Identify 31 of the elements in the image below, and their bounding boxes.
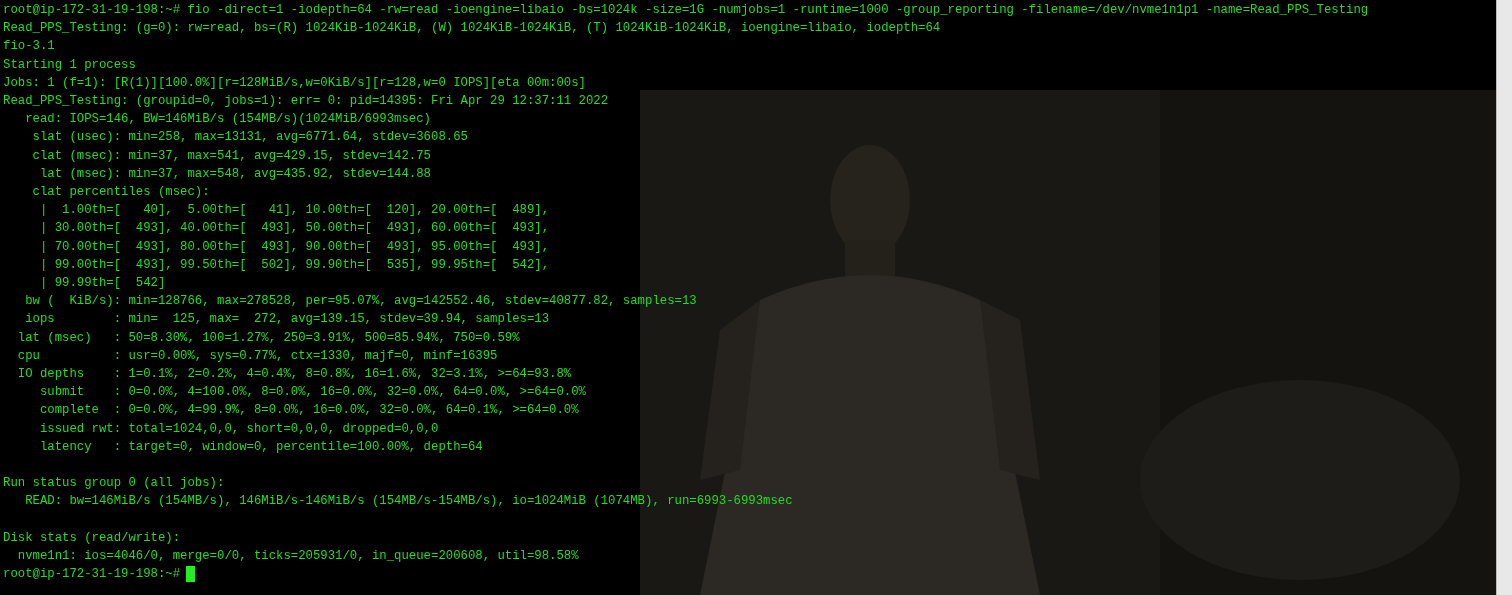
terminal-line: issued rwt: total=1024,0,0, short=0,0,0, dropped=0,0,0 (38, 420, 440, 438)
terminal-line: Jobs: 1 (f=1): [R(1)][100.0%][r=128MiB/s,w=0KiB/s][r=128,w=0 IOPS][eta 00m:00s] (3, 74, 587, 92)
terminal-line: lat (msec): min=37, max=548, avg=435.92, stdev=144.88 (38, 165, 432, 183)
terminal-line: slat (usec): min=258, max=13131, avg=6771.64, stdev=3608.65 (31, 129, 469, 147)
terminal-line: clat (msec): min=37, max=541, avg=429.15, stdev=142.75 (31, 147, 432, 165)
terminal-line: bw ( KiB/s): min=128766, max=278528, per=95.07%, avg=142552.46, stdev=40877.82, samples=13 (24, 293, 698, 311)
terminal-line: Read_PPS_Testing: (groupid=0, jobs=1): err= 0: pid=14395: Fri Apr 29 12:37:11 2022 (3, 93, 610, 110)
terminal-line: submit : 0=0.0%, 4=100.0%, 8=0.0%, 16=0.0%, 32=0.0%, 64=0.0%, >=64=0.0% (38, 384, 587, 402)
terminal-line: Read_PPS_Testing: (g=0): rw=read, bs=(R) 1024KiB-1024KiB, (W) 1024KiB-1024KiB, (T) 1024KiB-1024KiB, ioengine=libaio, iodepth=64 (3, 20, 942, 38)
terminal-line: cpu : usr=0.00%, sys=0.77%, ctx=1330, majf=0, minf=16395 (16, 347, 499, 365)
terminal-line: | 1.00th=[ 40], 5.00th=[ 41], 10.00th=[ 120], 20.00th=[ 489], (38, 202, 551, 220)
terminal-line: Disk stats (read/write): (3, 529, 182, 547)
terminal-line: iops : min= 125, max= 272, avg=139.15, stdev=39.94, samples=13 (24, 311, 551, 329)
terminal-line: read: IOPS=146, BW=146MiB/s (154MB/s)(1024MiB/6993msec) (24, 111, 432, 129)
terminal-line: | 99.99th=[ 542] (38, 275, 167, 293)
text-cursor (186, 566, 196, 583)
terminal-line: IO depths : 1=0.1%, 2=0.2%, 4=0.4%, 8=0.8%, 16=1.6%, 32=3.1%, >=64=93.8% (16, 366, 573, 384)
terminal-line: complete : 0=0.0%, 4=99.9%, 8=0.0%, 16=0.0%, 32=0.0%, 64=0.1%, >=64=0.0% (38, 402, 580, 420)
terminal-line: Starting 1 process (3, 56, 137, 74)
terminal-line: Run status group 0 (all jobs): (3, 475, 226, 493)
shell-prompt: root@ip-172-31-19-198:~# (3, 566, 181, 584)
terminal-line: fio-3.1 (3, 38, 56, 56)
terminal-line: latency : target=0, window=0, percentile=100.00%, depth=64 (38, 438, 484, 456)
terminal-line: clat percentiles (msec): (31, 184, 211, 202)
terminal-line: | 30.00th=[ 493], 40.00th=[ 493], 50.00th=[ 493], 60.00th=[ 493], (38, 220, 551, 238)
terminal-line: | 99.00th=[ 493], 99.50th=[ 502], 99.90th=[ 535], 99.95th=[ 542], (38, 256, 551, 274)
terminal-line: lat (msec) : 50=8.30%, 100=1.27%, 250=3.91%, 500=85.94%, 750=0.59% (16, 329, 521, 347)
terminal-line: | 70.00th=[ 493], 80.00th=[ 493], 90.00th=[ 493], 95.00th=[ 493], (38, 238, 551, 256)
terminal-line: nvme1n1: ios=4046/0, merge=0/0, ticks=205931/0, in_queue=200608, util=98.58% (16, 548, 580, 566)
terminal-line: root@ip-172-31-19-198:~# fio -direct=1 -iodepth=64 -rw=read -ioengine=libaio -bs=1024k -size=1G -numjobs=1 -runtime=1000 -group_reporting -filename=/dev/nvme1n1p1 -name=Read_PPS_Testing (3, 2, 1370, 19)
terminal-line: READ: bw=146MiB/s (154MB/s), 146MiB/s-146MiB/s (154MB/s-154MB/s), io=1024MiB (1074MB), run=6993-6993msec (24, 493, 794, 511)
